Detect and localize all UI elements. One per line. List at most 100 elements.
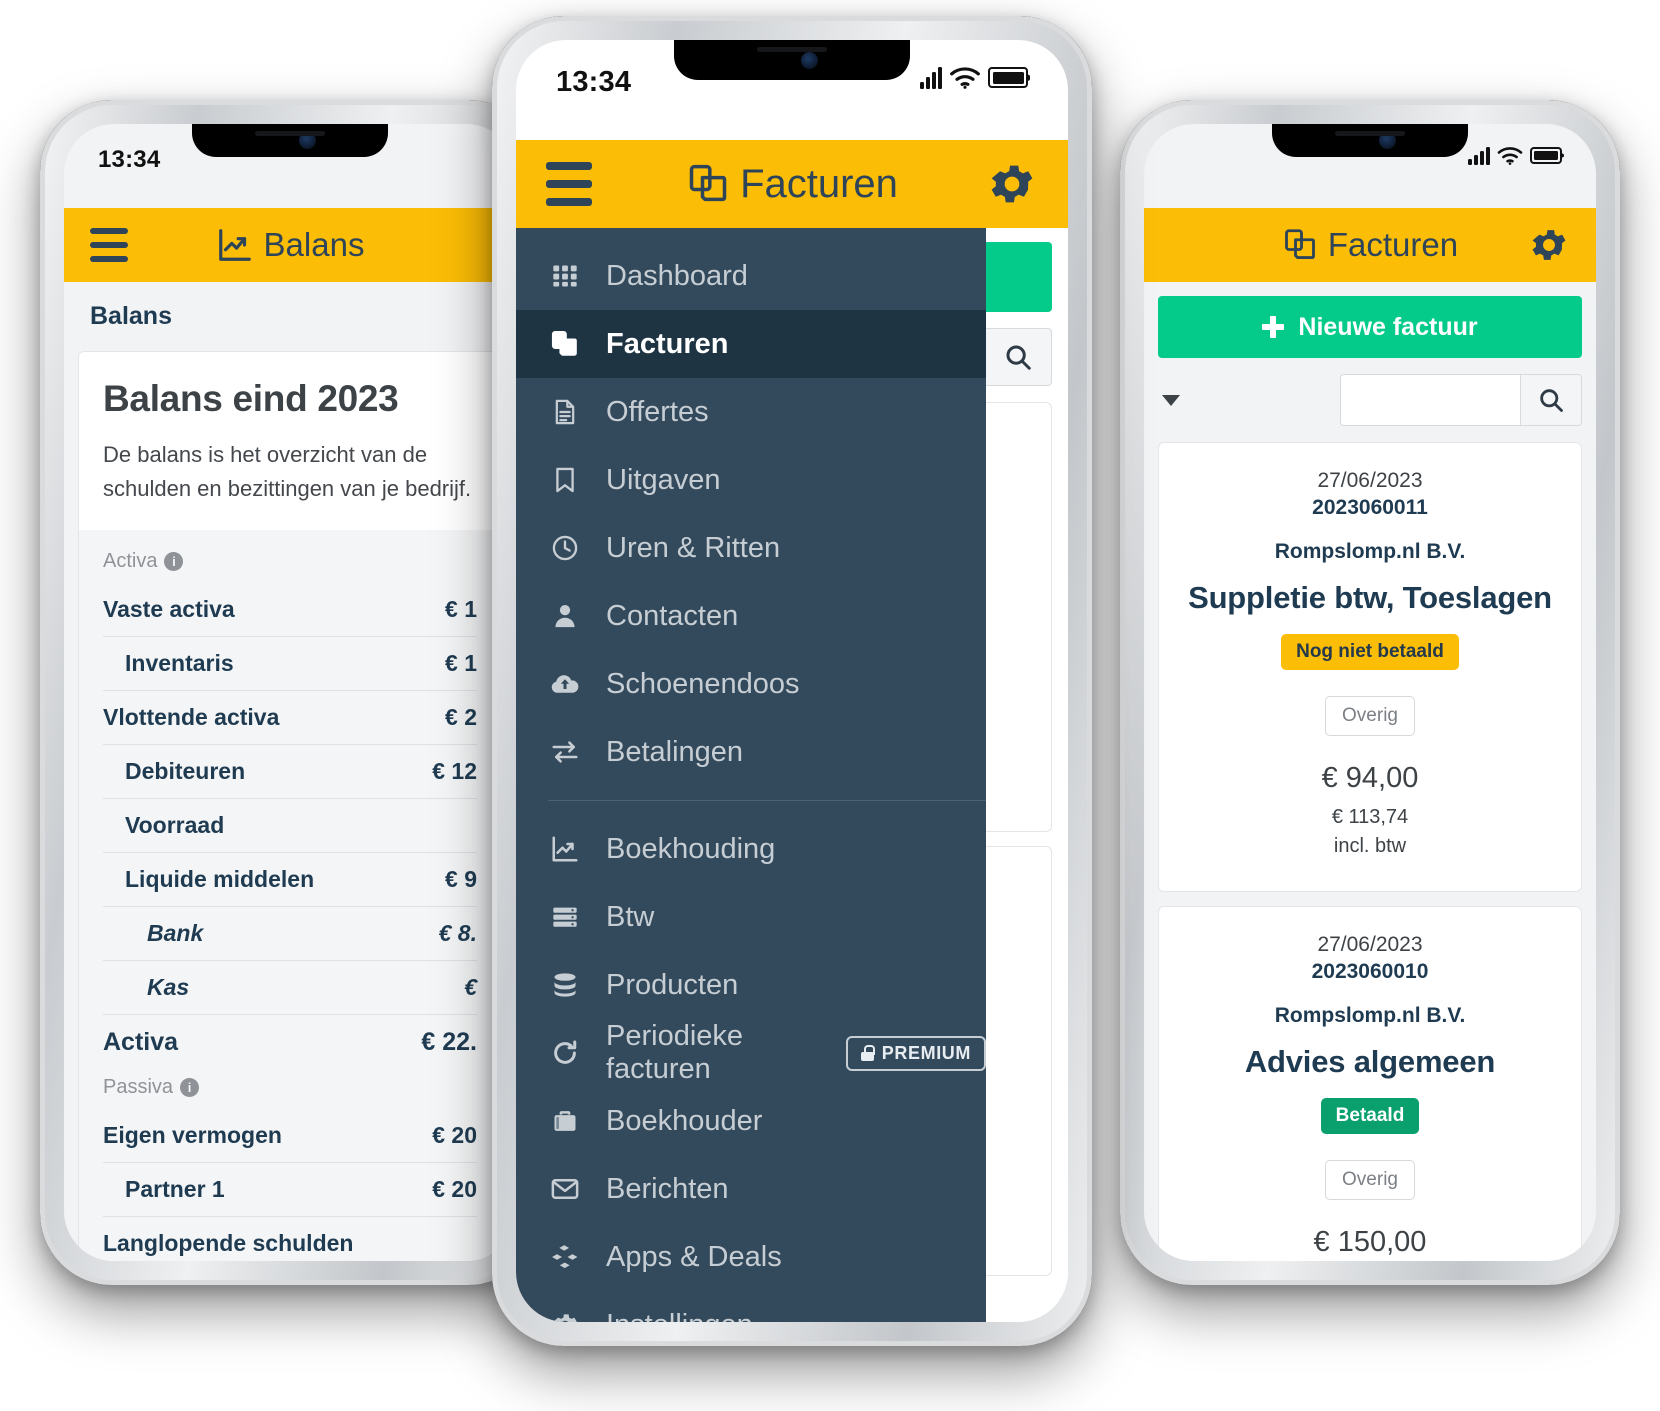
cellular-signal-icon xyxy=(1468,146,1490,165)
sidebar-item-boekhouding[interactable]: Boekhouding xyxy=(516,815,986,883)
balans-page-header: Balans xyxy=(64,282,516,351)
new-invoice-button[interactable]: Nieuwe factuur xyxy=(1158,296,1582,358)
row-label: Activa xyxy=(103,1028,179,1057)
chevron-down-icon[interactable] xyxy=(1162,394,1180,406)
sidebar-item-uitgaven[interactable]: Uitgaven xyxy=(516,446,986,514)
new-invoice-label: Nieuwe factuur xyxy=(1298,312,1478,341)
app-title-text: Balans xyxy=(263,226,365,263)
sidebar-item-label: Schoenendoos xyxy=(606,667,800,700)
phone-right-facturen: 13:34 xyxy=(1120,100,1620,1285)
invoice-description: Suppletie btw, Toeslagen xyxy=(1188,580,1552,615)
row-label: Vaste activa xyxy=(103,596,235,623)
sidebar-item-boekhouder[interactable]: Boekhouder xyxy=(516,1087,986,1155)
sidebar-item-btw[interactable]: Btw xyxy=(516,883,986,951)
invoice-description: Advies algemeen xyxy=(1244,1044,1496,1079)
status-badge: Betaald xyxy=(1320,1098,1420,1134)
row-amount: € 9 xyxy=(445,866,477,893)
status-badge: Nog niet betaald xyxy=(1281,634,1459,670)
sidebar-item-apps-deals[interactable]: Apps & Deals xyxy=(516,1223,986,1291)
table-row: Langlopende schulden xyxy=(103,1217,477,1261)
screenshot-stage: 13:34 Balans Balans Balans eind 2023 De … xyxy=(0,0,1660,1411)
sidebar-item-label: Uren & Ritten xyxy=(606,531,781,564)
search-input[interactable] xyxy=(1340,374,1520,426)
row-label: Partner 1 xyxy=(125,1176,225,1203)
row-label: Langlopende schulden xyxy=(103,1230,354,1257)
balans-description: De balans is het overzicht van de schuld… xyxy=(103,442,472,502)
premium-badge: PREMIUM xyxy=(845,1035,986,1071)
sidebar-item-producten[interactable]: Producten xyxy=(516,951,986,1019)
invoice-amount: € 94,00 xyxy=(1321,762,1419,794)
search-button-bg[interactable] xyxy=(984,328,1052,386)
sidebar-item-dashboard[interactable]: Dashboard xyxy=(516,242,986,310)
menu-divider xyxy=(548,800,986,801)
table-row: Voorraad xyxy=(103,799,477,854)
notch xyxy=(674,40,910,80)
sidebar-item-uren-ritten[interactable]: Uren & Ritten xyxy=(516,514,986,582)
wifi-icon xyxy=(949,66,981,89)
row-amount: € 1 xyxy=(445,650,477,677)
sidebar-item-facturen[interactable]: Facturen xyxy=(516,310,986,378)
invoice-amount: € 150,00 xyxy=(1313,1226,1427,1258)
list-rows-icon xyxy=(548,903,582,931)
info-icon[interactable]: i xyxy=(180,1078,200,1098)
sidebar-item-label: Offertes xyxy=(606,395,709,428)
table-row: Eigen vermogen € 20 xyxy=(103,1109,477,1164)
sidebar-item-instellingen[interactable]: Instellingen xyxy=(516,1291,986,1322)
chart-line-icon xyxy=(216,226,254,264)
sidebar-item-label: Dashboard xyxy=(606,259,748,292)
list-item[interactable]: 27/06/2023 2023060010 Rompslomp.nl B.V. … xyxy=(1158,906,1582,1261)
row-label: Inventaris xyxy=(125,650,234,677)
blocks-icon xyxy=(548,1241,582,1273)
sidebar-item-betalingen[interactable]: Betalingen xyxy=(516,718,986,786)
gear-icon[interactable] xyxy=(1528,224,1570,266)
screen-center: 13:34 Facturen Dashboard Facturen Offert… xyxy=(516,40,1068,1322)
invoice-number: 2023060010 xyxy=(1311,960,1429,983)
section-label-text: Activa xyxy=(103,550,158,573)
plus-icon xyxy=(1262,316,1285,338)
filter-bar xyxy=(1144,358,1596,442)
sidebar-item-schoenendoos[interactable]: Schoenendoos xyxy=(516,650,986,718)
row-amount: € 2 xyxy=(445,704,477,731)
row-label: Vlottende activa xyxy=(103,704,280,731)
app-header-right: Facturen xyxy=(1144,208,1596,282)
invoice-amount-incl: € 113,74 xyxy=(1331,806,1409,828)
sidebar-item-label: Betalingen xyxy=(606,735,744,768)
info-icon[interactable]: i xyxy=(164,552,184,572)
page-title-left: Balans xyxy=(64,226,516,264)
sidebar-item-label: Contacten xyxy=(606,599,739,632)
gear-icon[interactable] xyxy=(986,158,1038,210)
hamburger-icon[interactable] xyxy=(90,223,128,266)
row-amount: € 12 xyxy=(432,758,477,785)
row-amount: € 1 xyxy=(445,596,477,623)
invoice-tag: Overig xyxy=(1325,696,1415,736)
bookmark-icon xyxy=(548,466,582,494)
app-title-text: Facturen xyxy=(1327,226,1459,263)
premium-badge-label: PREMIUM xyxy=(881,1042,971,1063)
earpiece-speaker xyxy=(757,47,827,52)
sidebar-item-contacten[interactable]: Contacten xyxy=(516,582,986,650)
row-amount: € 20 xyxy=(432,1122,477,1149)
earpiece-speaker xyxy=(255,131,325,136)
list-item[interactable]: 27/06/2023 2023060011 Rompslomp.nl B.V. … xyxy=(1158,442,1582,892)
balans-card: Balans eind 2023 De balans is het overzi… xyxy=(78,351,502,1261)
table-row: Vaste activa € 1 xyxy=(103,583,477,638)
table-row: Debiteuren € 12 xyxy=(103,745,477,800)
table-row: Partner 1 € 20 xyxy=(103,1163,477,1218)
briefcase-icon xyxy=(548,1107,582,1135)
table-row: Vlottende activa € 2 xyxy=(103,691,477,746)
search-button[interactable] xyxy=(1520,374,1582,426)
database-icon xyxy=(548,971,582,999)
battery-icon xyxy=(1530,147,1562,164)
sidebar-item-berichten[interactable]: Berichten xyxy=(516,1155,986,1223)
gear-icon xyxy=(548,1310,582,1322)
sidebar-item-offertes[interactable]: Offertes xyxy=(516,378,986,446)
sidebar-item-periodieke-facturen[interactable]: Periodieke facturen PREMIUM xyxy=(516,1019,986,1087)
app-title-text: Facturen xyxy=(740,161,898,206)
row-label: Bank xyxy=(147,920,204,947)
table-row: Kas € xyxy=(103,961,477,1016)
hamburger-icon[interactable] xyxy=(546,157,592,211)
person-icon xyxy=(548,602,582,630)
envelope-icon xyxy=(548,1174,582,1204)
invoice-number: 2023060011 xyxy=(1312,496,1428,519)
battery-icon xyxy=(988,67,1028,88)
